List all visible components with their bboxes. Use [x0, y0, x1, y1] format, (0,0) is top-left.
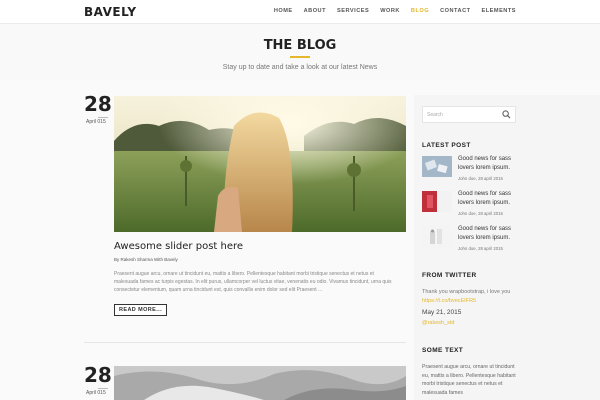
latest-post-meta: John doe, 28 april 2015 [458, 211, 503, 216]
logo[interactable]: BAVELY [84, 5, 137, 19]
latest-post-meta: John doe, 28 april 2015 [458, 246, 503, 251]
tweet-handle[interactable]: @rakesh_std [422, 320, 455, 326]
some-text-body: Praesent augue arcu, ornare ut tincidunt… [422, 364, 516, 396]
tweet-link[interactable]: https://t.co/bvecEIFR5 [422, 298, 476, 304]
search-box[interactable]: Search [422, 106, 516, 123]
date-divider [98, 117, 108, 118]
menu-item-about[interactable]: ABOUT [304, 8, 326, 14]
date-divider [98, 388, 108, 389]
sidebar [414, 95, 600, 400]
page-subtitle: Stay up to date and take a look at our l… [222, 64, 378, 71]
title-underline [290, 56, 310, 58]
tweet-body: Thank you wrapbootstrap, i love you [422, 289, 511, 295]
latest-post-meta: John doe, 28 april 2015 [458, 176, 503, 181]
twitter-heading: FROM TWITTER [422, 272, 477, 279]
latest-post-heading: LATEST POST [422, 142, 471, 149]
search-icon[interactable] [502, 110, 511, 119]
post-date-month: April 015 [86, 119, 106, 125]
search-placeholder: Search [427, 112, 443, 118]
post-author: By Rakesh Sharma With Bavely [114, 257, 178, 262]
post-date-day: 28 [84, 92, 112, 116]
menu-item-work[interactable]: WORK [380, 8, 400, 14]
top-navbar: BAVELY HOME ABOUT SERVICES WORK BLOG CON… [0, 0, 600, 24]
post-title[interactable]: Awesome slider post here [114, 241, 243, 252]
menu-item-elements[interactable]: ELEMENTS [482, 8, 516, 14]
latest-post-thumbnail[interactable] [422, 226, 452, 247]
menu-item-contact[interactable]: CONTACT [440, 8, 470, 14]
post-date-day: 28 [84, 363, 112, 387]
post-divider [84, 342, 406, 343]
page-title: THE BLOG [263, 38, 337, 53]
latest-post-thumbnail[interactable] [422, 156, 452, 177]
main-menu: HOME ABOUT SERVICES WORK BLOG CONTACT EL… [263, 8, 516, 14]
latest-post-thumbnail[interactable] [422, 191, 452, 212]
post-excerpt: Praesent augue arcu, ornare ut tincidunt… [114, 271, 392, 293]
menu-item-home[interactable]: HOME [274, 8, 293, 14]
menu-item-services[interactable]: SERVICES [337, 8, 369, 14]
post-date-month: April 015 [86, 390, 106, 396]
latest-post-title[interactable]: Good news for sass lovers lorem ipsum. [458, 155, 518, 173]
some-text-heading: SOME TEXT [422, 347, 464, 354]
menu-item-blog[interactable]: BLOG [411, 8, 429, 14]
post-featured-image[interactable] [114, 366, 406, 400]
latest-post-title[interactable]: Good news for sass lovers lorem ipsum. [458, 190, 518, 208]
tweet-date: May 21, 2015 [422, 309, 462, 316]
page-hero: THE BLOG Stay up to date and take a look… [0, 25, 600, 80]
read-more-button[interactable]: READ MORE... [114, 304, 167, 316]
post-featured-image[interactable] [114, 96, 406, 232]
latest-post-title[interactable]: Good news for sass lovers lorem ipsum. [458, 225, 518, 243]
tweet-text: Thank you wrapbootstrap, i love you http… [422, 288, 518, 306]
